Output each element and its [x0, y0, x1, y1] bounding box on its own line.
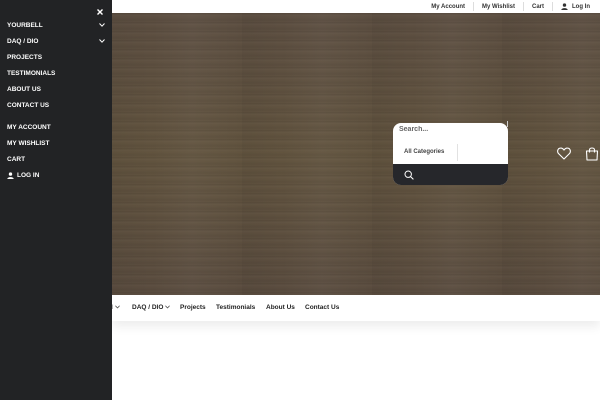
top-utility-bar: My Account My Wishlist Cart Log In	[112, 0, 600, 13]
main-navigation: l DAQ / DIO Projects Testimonials About …	[111, 295, 600, 321]
login-link[interactable]: Log In	[552, 2, 598, 11]
login-label: Log In	[572, 3, 590, 10]
sidebar-item-my-wishlist[interactable]: MY WISHLIST	[7, 137, 105, 149]
user-icon	[7, 171, 14, 179]
nav-item-contact-us[interactable]: Contact Us	[305, 295, 339, 321]
sidebar-item-about-us[interactable]: ABOUT US	[7, 83, 105, 95]
nav-item-projects[interactable]: Projects	[180, 295, 206, 321]
my-wishlist-link[interactable]: My Wishlist	[473, 2, 523, 11]
search-button[interactable]	[393, 164, 508, 185]
chevron-down-icon	[114, 305, 120, 309]
category-select[interactable]: All Categories	[404, 149, 444, 155]
close-icon	[97, 9, 103, 15]
sidebar-item-label: TESTIMONIALS	[7, 69, 56, 77]
search-input[interactable]	[399, 123, 502, 135]
sidebar-item-login[interactable]: LOG IN	[7, 169, 105, 181]
sidebar-item-testimonials[interactable]: TESTIMONIALS	[7, 67, 105, 79]
sidebar-item-label: MY WISHLIST	[7, 139, 50, 147]
sidebar-item-label: CART	[7, 155, 26, 163]
nav-item-yourbell-partial[interactable]: l	[111, 295, 120, 321]
sidebar-item-label: DAQ / DIO	[7, 37, 39, 45]
wishlist-button[interactable]	[557, 147, 571, 160]
cart-button[interactable]	[585, 146, 599, 161]
sidebar-item-label: CONTACT US	[7, 101, 50, 109]
sidebar-item-label: MY ACCOUNT	[7, 123, 51, 131]
heart-icon	[557, 147, 571, 160]
close-button[interactable]	[95, 4, 105, 15]
sidebar-item-projects[interactable]: PROJECTS	[7, 51, 105, 63]
chevron-down-icon	[165, 305, 171, 309]
sidebar-item-label: PROJECTS	[7, 53, 43, 61]
chevron-down-icon	[99, 39, 105, 43]
sidebar-item-contact-us[interactable]: CONTACT US	[7, 99, 105, 111]
search-widget: All Categories	[393, 123, 508, 185]
sidebar-item-daq-dio[interactable]: DAQ / DIO	[7, 35, 105, 47]
search-icon	[404, 170, 414, 180]
top-links: My Account My Wishlist Cart Log In	[423, 0, 598, 13]
mobile-sidebar-menu: YOURBELL DAQ / DIO PROJECTS TESTIMONIALS…	[0, 0, 112, 400]
category-divider	[457, 144, 458, 161]
user-icon	[561, 3, 568, 10]
chevron-down-icon	[99, 23, 105, 27]
cart-link[interactable]: Cart	[522, 2, 552, 11]
search-caret	[507, 121, 508, 127]
my-account-link[interactable]: My Account	[423, 2, 473, 11]
hero-banner	[112, 13, 600, 295]
sidebar-item-label: ABOUT US	[7, 85, 41, 93]
sidebar-item-cart[interactable]: CART	[7, 153, 105, 165]
sidebar-item-yourbell[interactable]: YOURBELL	[7, 19, 105, 31]
sidebar-item-label: YOURBELL	[7, 21, 43, 29]
sidebar-item-my-account[interactable]: MY ACCOUNT	[7, 121, 105, 133]
shopping-bag-icon	[585, 147, 599, 161]
sidebar-item-label: LOG IN	[17, 171, 40, 179]
nav-item-daq-dio[interactable]: DAQ / DIO	[132, 295, 171, 321]
nav-item-label: DAQ / DIO	[132, 304, 164, 311]
nav-item-testimonials[interactable]: Testimonials	[216, 295, 255, 321]
nav-item-about-us[interactable]: About Us	[266, 295, 295, 321]
